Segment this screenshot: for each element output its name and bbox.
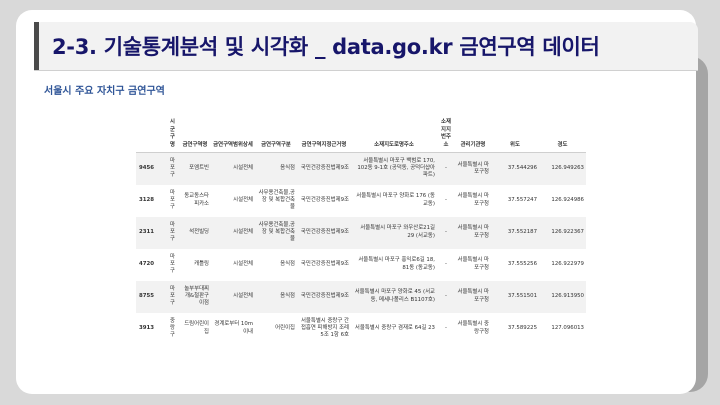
table-cell: 서울특별시 마포구청 bbox=[457, 225, 489, 239]
table-cell: 시설전체 bbox=[233, 196, 253, 203]
table-cell: 시설전체 bbox=[233, 228, 253, 235]
table-row: 3913 중랑구 드림어린이집 경계로부터 10m 이내 어린이집 서울특별시 중랑구 간… bbox=[136, 313, 586, 345]
table-row: 8755 마포구 놀부부대찌개&철판구이점 시설전체 음식점 국민건강증진법제9조 서울특별… bbox=[136, 280, 586, 313]
table-cell: 시설전체 bbox=[233, 292, 253, 299]
row-index: 9456 bbox=[139, 165, 155, 172]
table-cell: 음식점 bbox=[280, 165, 295, 172]
column-header bbox=[136, 118, 166, 153]
table-body: 9456 마포구 포엠트빈 시설전체 음식점 국민건강증진법제9조 서울특별시 마포구 백범… bbox=[136, 152, 586, 345]
row-index: 3128 bbox=[139, 196, 155, 203]
row-index: 8755 bbox=[139, 292, 155, 299]
table-cell: 37.552187 bbox=[507, 228, 537, 235]
table-row: 9456 마포구 포엠트빈 시설전체 음식점 국민건강증진법제9조 서울특별시 마포구 백범… bbox=[136, 152, 586, 185]
table-cell: 캐틀링 bbox=[194, 260, 209, 267]
column-header: 위도 bbox=[510, 141, 520, 148]
table-cell: - bbox=[445, 196, 447, 203]
table-header-row: 시군구명금연구역명 금연구역범위상세 금연구역구분 금연구역지정근거명 소재지도로명주소… bbox=[136, 118, 586, 153]
table-cell: 37.555256 bbox=[507, 260, 537, 267]
table-cell: 마포구 bbox=[170, 253, 175, 275]
table-cell: - bbox=[445, 165, 447, 172]
table-cell: 국민건강증진법제9조 bbox=[300, 196, 349, 203]
table-cell: 국민건강증진법제9조 bbox=[300, 260, 349, 267]
column-header: 관리기관명 bbox=[460, 141, 486, 148]
table-cell: 서울특별시 마포구청 bbox=[457, 257, 489, 271]
table-cell: 37.589225 bbox=[507, 324, 537, 331]
smoking-area-table: 시군구명금연구역명 금연구역범위상세 금연구역구분 금연구역지정근거명 소재지도로명주소… bbox=[136, 118, 586, 345]
table-cell: 음식점 bbox=[280, 260, 295, 267]
table-cell: 126.924986 bbox=[551, 196, 584, 203]
table-row: 3128 마포구 동교동스타피카소 시설전체 사무용건축물,공장 및 복합건축물 국민건강… bbox=[136, 185, 586, 217]
table-cell: 서울특별시 중랑구청 bbox=[457, 321, 489, 335]
column-header: 경도 bbox=[557, 141, 568, 148]
table-cell: 서울특별시 마포구 양화로 176 (동교동) bbox=[356, 193, 435, 207]
table-cell: 37.551501 bbox=[507, 292, 537, 299]
table-cell: 시설전체 bbox=[233, 165, 253, 172]
section-subtitle: 서울시 주요 자치구 금연구역 bbox=[44, 86, 165, 97]
table-cell: 음식점 bbox=[280, 292, 295, 299]
table-cell: 126.913950 bbox=[551, 292, 584, 299]
table-cell: 37.557247 bbox=[507, 196, 537, 203]
table-cell: 서울특별시 마포구 양화로 45 (서교동, 메세나폴리스 B1107호) bbox=[354, 289, 435, 303]
column-header: 소재지도로명주소 bbox=[374, 141, 414, 148]
table-cell: 126.922979 bbox=[551, 260, 584, 267]
table-cell: 서울특별시 중랑구 간접흡연 피해방지 조례 5조 1항 6호 bbox=[300, 317, 349, 339]
row-index: 3913 bbox=[139, 324, 155, 331]
table-cell: 드림어린이집 bbox=[184, 321, 209, 335]
column-header: 소재지지번주소 bbox=[441, 119, 451, 148]
table-row: 2311 마포구 석전빌딩 시설전체 사무용건축물,공장 및 복합건축물 국민건강증진법제… bbox=[136, 216, 586, 249]
title-accent bbox=[34, 22, 39, 70]
table-cell: 126.922367 bbox=[551, 228, 584, 235]
table-cell: 서울특별시 마포구청 bbox=[457, 161, 489, 175]
table-cell: 국민건강증진법제9조 bbox=[300, 165, 349, 172]
column-header: 시군구명 bbox=[170, 119, 175, 148]
table-cell: - bbox=[445, 292, 447, 299]
table-cell: 사무용건축물,공장 및 복합건축물 bbox=[258, 189, 295, 211]
table-cell: 국민건강증진법제9조 bbox=[300, 228, 349, 235]
table-cell: 마포구 bbox=[170, 157, 175, 179]
table-cell: 서울특별시 마포구 와우산로21길 29 (서교동) bbox=[360, 225, 435, 239]
column-header: 금연구역지정근거명 bbox=[301, 141, 347, 148]
table-cell: 마포구 bbox=[170, 189, 175, 211]
column-header: 금연구역구분 bbox=[261, 141, 291, 148]
table-cell: 경계로부터 10m 이내 bbox=[214, 321, 253, 335]
table-cell: 37.544296 bbox=[507, 165, 537, 172]
table-cell: - bbox=[445, 228, 447, 235]
table-cell: 석전빌딩 bbox=[189, 228, 209, 235]
column-header: 금연구역명 bbox=[182, 141, 208, 148]
table-cell: 서울특별시 마포구청 bbox=[457, 289, 489, 303]
table-cell: 포엠트빈 bbox=[189, 165, 209, 172]
table-cell: - bbox=[445, 260, 447, 267]
row-index: 2311 bbox=[139, 228, 155, 235]
table-cell: 동교동스타피카소 bbox=[184, 193, 209, 207]
table-cell: 놀부부대찌개&철판구이점 bbox=[184, 285, 209, 307]
table-cell: 서울특별시 마포구 홍익로6길 18, 81동 (동교동) bbox=[358, 257, 435, 271]
page-title: 2-3. 기술통계분석 및 시각화 _ data.go.kr 금연구역 데이터 bbox=[52, 35, 600, 59]
table-cell: 서울특별시 마포구청 bbox=[457, 193, 489, 207]
table-cell: - bbox=[445, 324, 447, 331]
table-cell: 국민건강증진법제9조 bbox=[300, 292, 349, 299]
column-header: 금연구역범위상세 bbox=[213, 141, 253, 148]
table-cell: 126.949263 bbox=[551, 165, 584, 172]
table-cell: 마포구 bbox=[170, 221, 175, 243]
table-row: 4720 마포구 캐틀링 시설전체 음식점 국민건강증진법제9조 서울특별시 마포구 홍익로… bbox=[136, 249, 586, 281]
table-cell: 시설전체 bbox=[233, 260, 253, 267]
table-cell: 서울특별시 중랑구 겸재로 64길 23 bbox=[354, 324, 435, 331]
table-cell: 127.096013 bbox=[551, 324, 584, 331]
table-cell: 마포구 bbox=[170, 285, 175, 307]
row-index: 4720 bbox=[139, 260, 155, 267]
table-cell: 사무용건축물,공장 및 복합건축물 bbox=[258, 221, 295, 243]
table-cell: 중랑구 bbox=[170, 317, 175, 339]
table-cell: 서울특별시 마포구 백범로 170, 102동 9-1호 (공덕동, 공덕더샵아… bbox=[357, 157, 435, 179]
table-cell: 어린이집 bbox=[275, 324, 295, 331]
